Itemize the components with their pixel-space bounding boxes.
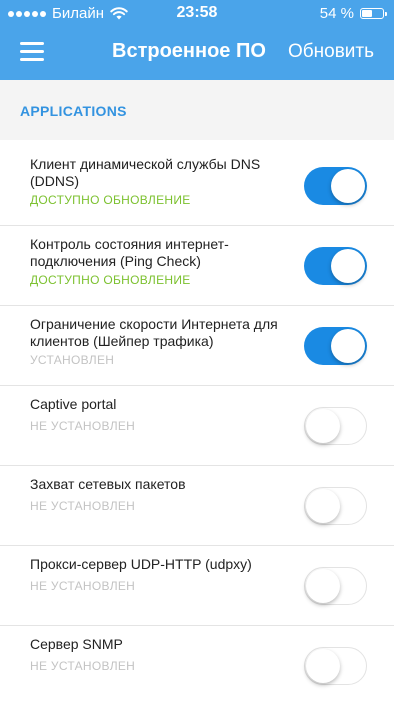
- update-button[interactable]: Обновить: [288, 41, 374, 63]
- app-name: Захват сетевых пакетов: [30, 476, 186, 492]
- list-item: Captive portal НЕ УСТАНОВЛЕН: [0, 386, 394, 466]
- app-toggle[interactable]: [304, 247, 367, 285]
- list-item: Ограничение скорости Интернета для клиен…: [0, 306, 394, 386]
- app-name: Сервер SNMP: [30, 636, 123, 652]
- app-status: НЕ УСТАНОВЛЕН: [30, 419, 136, 433]
- header: Билайн 23:58 54 % Встроенное ПО Обновить: [0, 0, 394, 80]
- nav-bar: Встроенное ПО Обновить: [0, 27, 394, 80]
- battery-percentage: 54 %: [319, 5, 354, 22]
- app-status: УСТАНОВЛЕН: [30, 353, 115, 367]
- app-status: ДОСТУПНО ОБНОВЛЕНИЕ: [30, 193, 191, 207]
- status-bar: Билайн 23:58 54 %: [0, 0, 394, 27]
- list-item: Прокси-сервер UDP-HTTP (udpxy) НЕ УСТАНО…: [0, 546, 394, 626]
- list-item: Контроль состояния интернет-подключения …: [0, 226, 394, 306]
- list-item-text: Контроль состояния интернет-подключения …: [30, 236, 292, 288]
- toggle-knob: [306, 648, 340, 683]
- status-bar-right: 54 %: [319, 5, 387, 22]
- app-toggle[interactable]: [304, 407, 367, 445]
- app-name: Прокси-сервер UDP-HTTP (udpxy): [30, 556, 252, 572]
- app-status: ДОСТУПНО ОБНОВЛЕНИЕ: [30, 273, 191, 287]
- app-name: Клиент динамической службы DNS (DDNS): [30, 156, 261, 189]
- toggle-knob: [331, 249, 365, 283]
- applications-list: Клиент динамической службы DNS (DDNS) ДО…: [0, 146, 394, 706]
- section-title: APPLICATIONS: [20, 103, 127, 119]
- toggle-knob: [306, 408, 340, 443]
- app-name: Captive portal: [30, 396, 117, 412]
- list-item: Захват сетевых пакетов НЕ УСТАНОВЛЕН: [0, 466, 394, 546]
- toggle-knob: [331, 169, 365, 203]
- hamburger-menu-icon[interactable]: [20, 42, 44, 62]
- battery-icon: [360, 8, 387, 19]
- list-item-text: Прокси-сервер UDP-HTTP (udpxy) НЕ УСТАНО…: [30, 556, 292, 594]
- app-status: НЕ УСТАНОВЛЕН: [30, 579, 136, 593]
- toggle-knob: [306, 568, 340, 603]
- list-item: Клиент динамической службы DNS (DDNS) ДО…: [0, 146, 394, 226]
- app-name: Ограничение скорости Интернета для клиен…: [30, 316, 278, 349]
- toggle-knob: [331, 329, 365, 363]
- app-toggle[interactable]: [304, 327, 367, 365]
- list-item: Сервер SNMP НЕ УСТАНОВЛЕН: [0, 626, 394, 706]
- list-item-text: Захват сетевых пакетов НЕ УСТАНОВЛЕН: [30, 476, 292, 514]
- app-toggle[interactable]: [304, 487, 367, 525]
- list-item-text: Сервер SNMP НЕ УСТАНОВЛЕН: [30, 636, 292, 674]
- app-status: НЕ УСТАНОВЛЕН: [30, 499, 136, 513]
- list-item-text: Клиент динамической службы DNS (DDNS) ДО…: [30, 156, 292, 208]
- toggle-knob: [306, 488, 340, 523]
- battery-level: [362, 10, 373, 17]
- app-status: НЕ УСТАНОВЛЕН: [30, 659, 136, 673]
- app-name: Контроль состояния интернет-подключения …: [30, 236, 229, 269]
- app-toggle[interactable]: [304, 167, 367, 205]
- list-item-text: Captive portal НЕ УСТАНОВЛЕН: [30, 396, 292, 434]
- page-title: Встроенное ПО: [112, 40, 266, 62]
- list-item-text: Ограничение скорости Интернета для клиен…: [30, 316, 292, 368]
- app-toggle[interactable]: [304, 567, 367, 605]
- section-header: APPLICATIONS: [0, 80, 394, 140]
- app-toggle[interactable]: [304, 647, 367, 685]
